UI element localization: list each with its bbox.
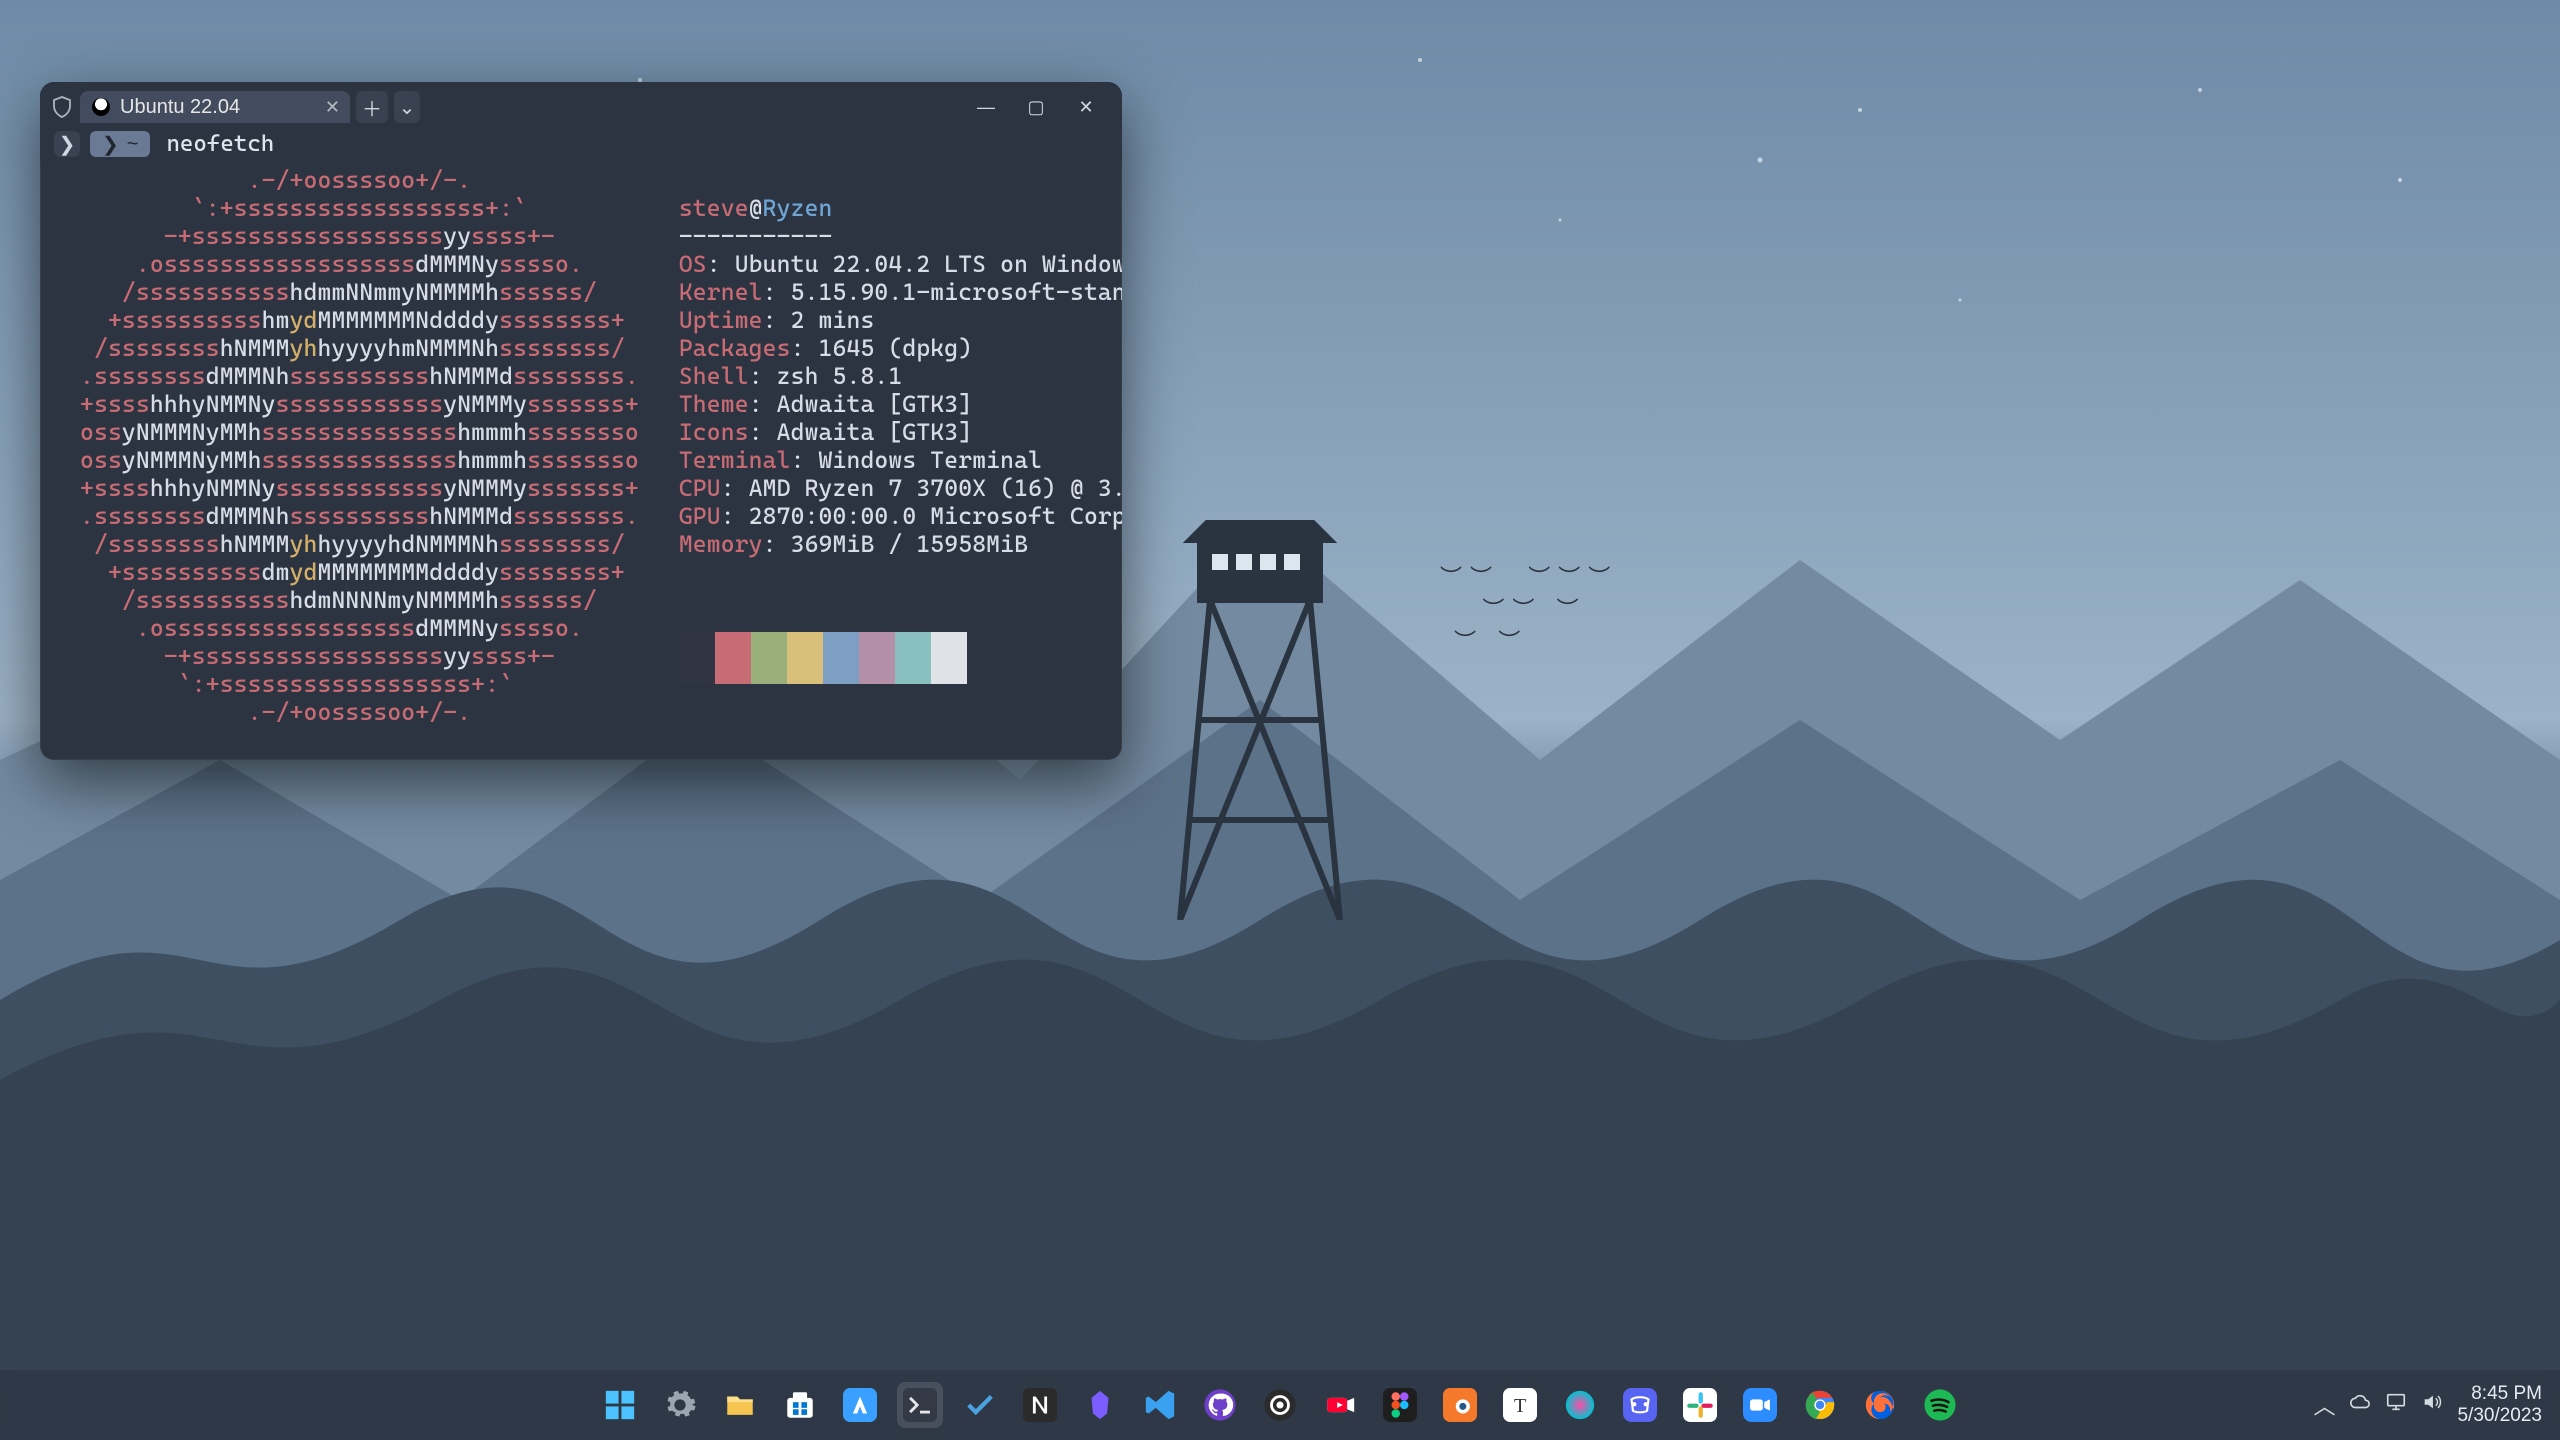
terminal-tab[interactable]: Ubuntu 22.04 ✕: [80, 91, 350, 123]
taskbar-app-notion[interactable]: [1017, 1382, 1063, 1428]
taskbar-app-obsidian[interactable]: [1077, 1382, 1123, 1428]
tray-chevron-icon[interactable]: ︿: [2313, 1389, 2335, 1421]
prompt-bar: ❯ ❯ ~ neofetch: [40, 126, 1122, 162]
tray-network-icon[interactable]: [2385, 1391, 2407, 1419]
terminal-window[interactable]: Ubuntu 22.04 ✕ ＋ ⌄ — ▢ ✕ ❯ ❯ ~ neofetch …: [40, 82, 1122, 760]
desktop-wallpaper[interactable]: ︶︶ ︶︶︶ ︶︶ ︶ ︶ ︶ Ubuntu 22.04 ✕ ＋ ⌄ — ▢ ✕: [0, 0, 2560, 1440]
wallpaper-birds: ︶︶ ︶︶︶ ︶︶ ︶ ︶ ︶: [1440, 560, 1618, 656]
svg-text:T: T: [1514, 1395, 1526, 1417]
taskbar-app-vscode[interactable]: [1137, 1382, 1183, 1428]
shield-icon: [50, 95, 74, 119]
tray-volume-icon[interactable]: [2421, 1391, 2443, 1419]
tray-cloud-icon[interactable]: [2349, 1391, 2371, 1419]
terminal-body[interactable]: .-/+oossssoo+/-. `:+ssssssssssssssssss+:…: [40, 162, 1122, 754]
wallpaper-tower: [1160, 520, 1360, 920]
taskbar-app-youtube[interactable]: [1317, 1382, 1363, 1428]
taskbar-app-zoom[interactable]: [1737, 1382, 1783, 1428]
system-tray[interactable]: ︿ 8:45 PM 5/30/2023: [2313, 1383, 2542, 1427]
window-titlebar[interactable]: Ubuntu 22.04 ✕ ＋ ⌄ — ▢ ✕: [40, 82, 1122, 126]
clock-time: 8:45 PM: [2457, 1383, 2542, 1405]
tab-close-icon[interactable]: ✕: [325, 97, 340, 118]
new-tab-button[interactable]: ＋: [356, 91, 388, 123]
neofetch-info: steve@Ryzen ----------- OS: Ubuntu 22.04…: [679, 166, 1122, 740]
taskbar-app-chrome[interactable]: [1797, 1382, 1843, 1428]
taskbar-app-slack[interactable]: [1677, 1382, 1723, 1428]
taskbar-clock[interactable]: 8:45 PM 5/30/2023: [2457, 1383, 2542, 1427]
taskbar-app-obs-studio[interactable]: [1257, 1382, 1303, 1428]
clock-date: 5/30/2023: [2457, 1405, 2542, 1427]
window-close-button[interactable]: ✕: [1070, 91, 1102, 123]
taskbar-app-spotify[interactable]: [1917, 1382, 1963, 1428]
window-minimize-button[interactable]: —: [970, 91, 1002, 123]
taskbar-apps: T: [597, 1382, 1963, 1428]
prompt-cwd: ❯ ~: [90, 131, 150, 157]
taskbar-app-firefox[interactable]: [1857, 1382, 1903, 1428]
prompt-command: neofetch: [166, 131, 274, 157]
taskbar-app-microsoft-store[interactable]: [777, 1382, 823, 1428]
taskbar-app-start-menu[interactable]: [597, 1382, 643, 1428]
taskbar-app-arc-browser[interactable]: [837, 1382, 883, 1428]
taskbar-app-settings[interactable]: [657, 1382, 703, 1428]
taskbar-app-todo[interactable]: [957, 1382, 1003, 1428]
taskbar-app-typora[interactable]: T: [1497, 1382, 1543, 1428]
taskbar-app-github-desktop[interactable]: [1197, 1382, 1243, 1428]
taskbar-app-windows-terminal[interactable]: [897, 1382, 943, 1428]
neofetch-ascii-logo: .-/+oossssoo+/-. `:+ssssssssssssssssss+:…: [80, 166, 639, 740]
taskbar-app-file-explorer[interactable]: [717, 1382, 763, 1428]
neofetch-divider: -----------: [679, 222, 833, 250]
tab-dropdown-button[interactable]: ⌄: [394, 91, 420, 123]
taskbar-app-blender[interactable]: [1437, 1382, 1483, 1428]
taskbar-app-wondershare[interactable]: [1557, 1382, 1603, 1428]
taskbar-app-discord[interactable]: [1617, 1382, 1663, 1428]
neofetch-user: steve: [679, 194, 749, 222]
taskbar[interactable]: T ︿ 8:45 PM 5/30/2023: [0, 1370, 2560, 1440]
neofetch-color-swatches: [679, 632, 1122, 684]
tux-icon: [92, 98, 110, 116]
tab-title: Ubuntu 22.04: [120, 96, 240, 119]
prompt-chevron-icon: ❯: [54, 131, 80, 157]
window-maximize-button[interactable]: ▢: [1020, 91, 1052, 123]
neofetch-host: Ryzen: [763, 194, 833, 222]
taskbar-app-figma[interactable]: [1377, 1382, 1423, 1428]
